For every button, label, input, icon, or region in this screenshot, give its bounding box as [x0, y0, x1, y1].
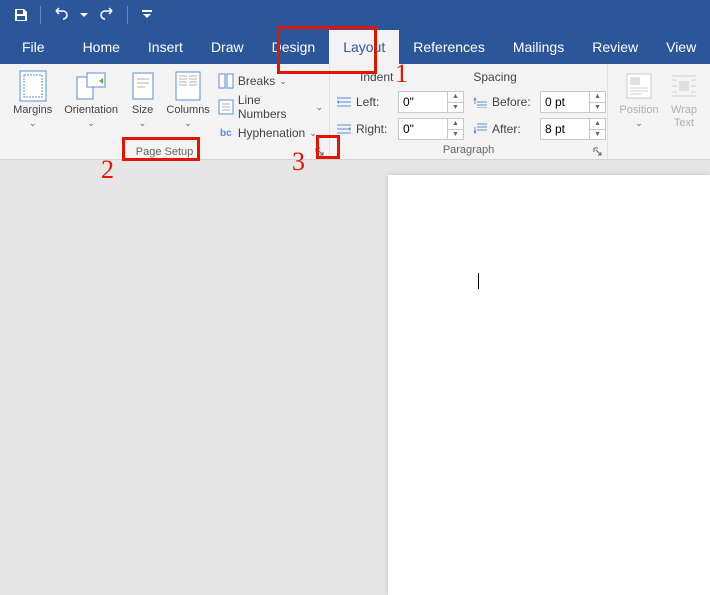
orientation-button[interactable]: Orientation ⌄: [59, 68, 122, 129]
spacing-heading: Spacing: [473, 68, 516, 86]
chevron-down-icon: ⌄: [184, 118, 192, 129]
undo-dropdown-icon[interactable]: [77, 2, 91, 28]
spin-down-icon[interactable]: ▼: [448, 130, 463, 140]
columns-label: Columns: [166, 104, 209, 117]
group-label-paragraph: Paragraph: [330, 141, 607, 159]
wrap-text-button: Wrap Text: [664, 68, 704, 130]
position-icon: [623, 70, 655, 102]
margins-label: Margins: [13, 104, 52, 117]
line-numbers-label: Line Numbers: [238, 93, 312, 121]
indent-right-icon: [336, 123, 352, 135]
indent-right-label: Right:: [356, 122, 394, 136]
quick-access-toolbar: [0, 0, 710, 30]
orientation-label: Orientation: [64, 104, 118, 117]
group-arrange: Position ⌄ Wrap Text: [608, 64, 710, 159]
chevron-down-icon: ⌄: [315, 102, 323, 113]
tab-draw[interactable]: Draw: [197, 30, 258, 64]
indent-right-value[interactable]: [399, 119, 447, 139]
chevron-down-icon: ⌄: [309, 128, 317, 139]
spin-up-icon[interactable]: ▲: [590, 119, 605, 130]
separator: [40, 6, 41, 24]
tab-home[interactable]: Home: [69, 30, 134, 64]
spacing-before-row: Before: ▲▼: [472, 90, 606, 114]
indent-left-label: Left:: [356, 95, 394, 109]
size-label: Size: [132, 104, 153, 117]
spin-up-icon[interactable]: ▲: [448, 92, 463, 103]
indent-right-row: Right: ▲▼: [336, 117, 464, 141]
ribbon: Margins ⌄ Orientation ⌄ Size ⌄: [0, 64, 710, 160]
tab-references[interactable]: References: [399, 30, 499, 64]
hyphenation-label: Hyphenation: [238, 126, 305, 140]
spacing-before-input[interactable]: ▲▼: [540, 91, 606, 113]
group-page-setup: Margins ⌄ Orientation ⌄ Size ⌄: [0, 64, 330, 159]
chevron-down-icon: ⌄: [139, 118, 147, 129]
spacing-after-input[interactable]: ▲▼: [540, 118, 606, 140]
spacing-before-icon: [472, 96, 488, 108]
chevron-down-icon: ⌄: [29, 118, 37, 129]
wrap-text-label: Wrap Text: [671, 104, 697, 130]
tab-layout[interactable]: Layout: [329, 30, 399, 64]
indent-heading: Indent: [360, 68, 393, 86]
line-numbers-icon: [218, 99, 234, 115]
columns-icon: [172, 70, 204, 102]
margins-button[interactable]: Margins ⌄: [6, 68, 59, 129]
hyphenation-button[interactable]: bc Hyphenation ⌄: [218, 122, 323, 144]
position-label: Position: [619, 104, 658, 117]
redo-icon[interactable]: [95, 2, 121, 28]
spacing-after-label: After:: [492, 122, 536, 136]
ribbon-tabs: File Home Insert Draw Design Layout Refe…: [0, 30, 710, 64]
wrap-text-icon: [668, 70, 700, 102]
spacing-after-value[interactable]: [541, 119, 589, 139]
columns-button[interactable]: Columns ⌄: [162, 68, 213, 129]
spin-up-icon[interactable]: ▲: [590, 92, 605, 103]
indent-left-row: Left: ▲▼: [336, 90, 464, 114]
group-label-page-setup: Page Setup: [0, 144, 329, 159]
indent-left-input[interactable]: ▲▼: [398, 91, 464, 113]
customize-qat-icon[interactable]: [134, 2, 160, 28]
margins-icon: [17, 70, 49, 102]
breaks-icon: [218, 73, 234, 89]
hyphenation-icon: bc: [218, 125, 234, 141]
tab-view[interactable]: View: [652, 30, 710, 64]
text-cursor: [478, 273, 479, 289]
orientation-icon: [75, 70, 107, 102]
indent-left-icon: [336, 96, 352, 108]
tab-design[interactable]: Design: [258, 30, 330, 64]
spacing-before-label: Before:: [492, 95, 536, 109]
indent-right-input[interactable]: ▲▼: [398, 118, 464, 140]
document-page[interactable]: [388, 175, 710, 595]
position-button: Position ⌄: [614, 68, 664, 129]
group-paragraph: Indent Spacing Left: ▲▼ Right:: [330, 64, 608, 159]
spin-down-icon[interactable]: ▼: [590, 103, 605, 113]
chevron-down-icon: ⌄: [87, 118, 95, 129]
tab-insert[interactable]: Insert: [134, 30, 197, 64]
chevron-down-icon: ⌄: [279, 76, 287, 87]
breaks-label: Breaks: [238, 74, 275, 88]
spin-down-icon[interactable]: ▼: [448, 103, 463, 113]
spin-down-icon[interactable]: ▼: [590, 130, 605, 140]
separator: [127, 6, 128, 24]
tab-review[interactable]: Review: [578, 30, 652, 64]
page-setup-dialog-launcher[interactable]: [313, 145, 327, 159]
undo-icon[interactable]: [47, 2, 73, 28]
spacing-after-icon: [472, 123, 488, 135]
spacing-before-value[interactable]: [541, 92, 589, 112]
spin-up-icon[interactable]: ▲: [448, 119, 463, 130]
tab-mailings[interactable]: Mailings: [499, 30, 578, 64]
tab-file[interactable]: File: [8, 30, 59, 64]
size-icon: [127, 70, 159, 102]
chevron-down-icon: ⌄: [635, 118, 643, 129]
size-button[interactable]: Size ⌄: [123, 68, 163, 129]
line-numbers-button[interactable]: Line Numbers ⌄: [218, 96, 323, 118]
save-icon[interactable]: [8, 2, 34, 28]
breaks-button[interactable]: Breaks ⌄: [218, 70, 323, 92]
spacing-after-row: After: ▲▼: [472, 117, 606, 141]
indent-left-value[interactable]: [399, 92, 447, 112]
paragraph-dialog-launcher[interactable]: [591, 145, 605, 159]
